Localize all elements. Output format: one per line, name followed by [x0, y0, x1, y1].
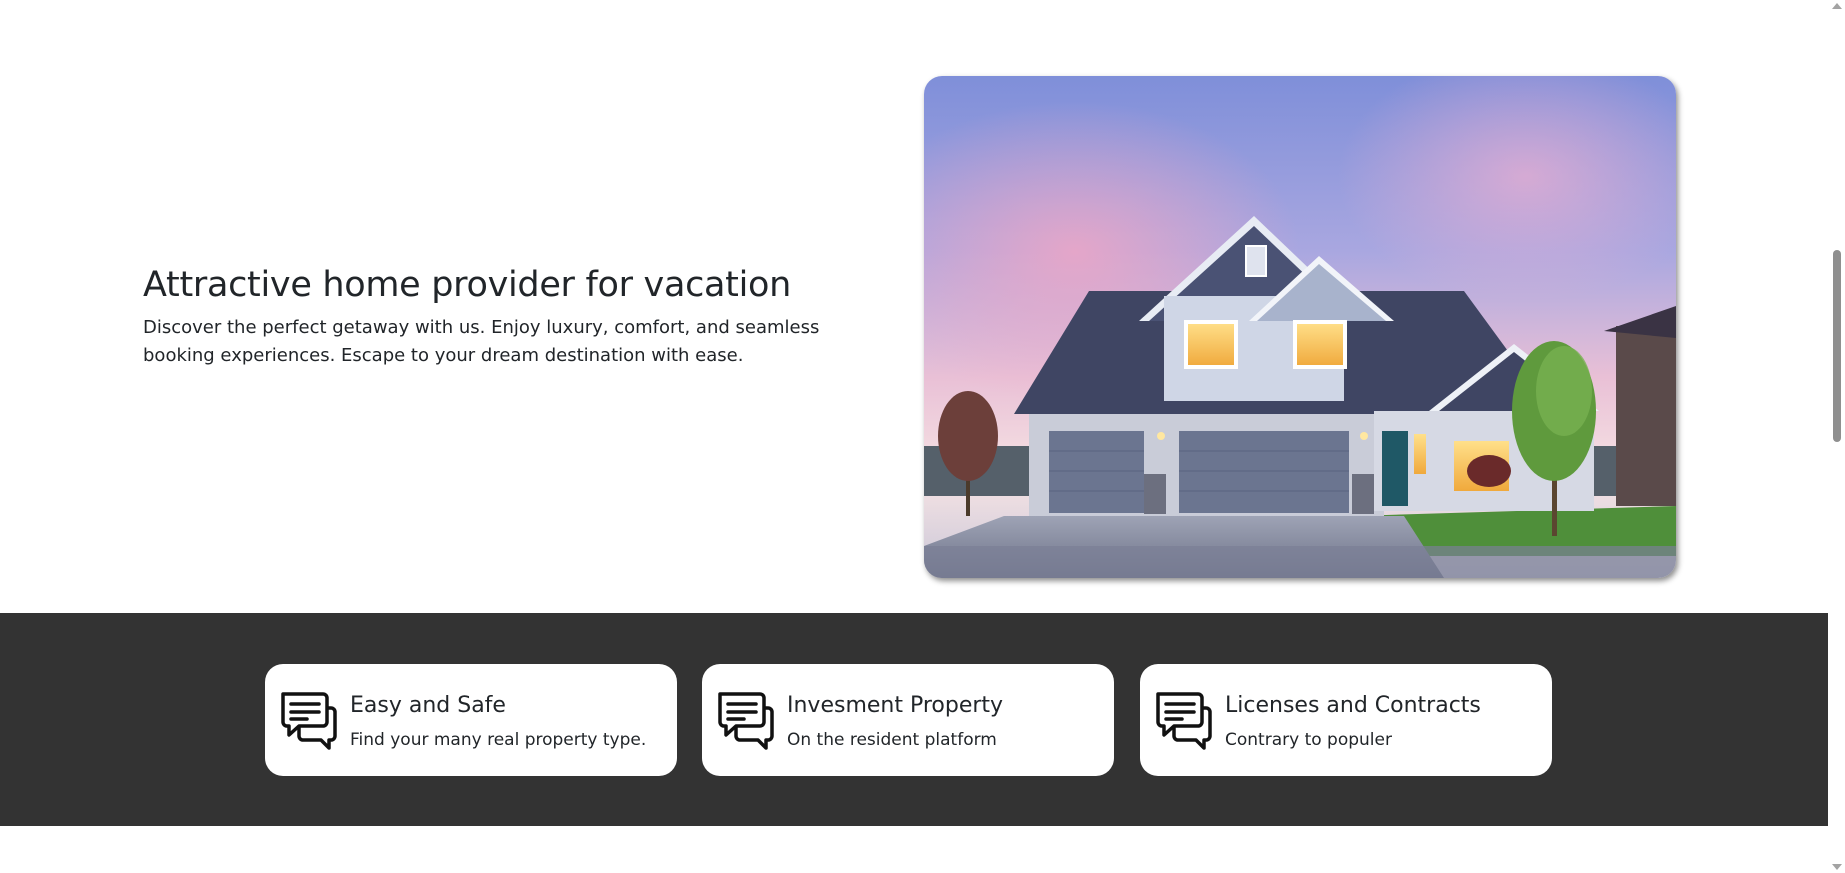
feature-subtitle: Contrary to populer [1225, 730, 1392, 750]
chat-bubbles-icon [281, 692, 337, 750]
vertical-scrollbar[interactable] [1828, 0, 1845, 873]
chat-bubbles-icon [1156, 692, 1212, 750]
hero-house-image [924, 76, 1676, 578]
hero-text-block: Attractive home provider for vacation Di… [143, 264, 863, 370]
features-band: Easy and Safe Find your many real proper… [0, 613, 1828, 826]
feature-title: Invesment Property [787, 693, 1004, 718]
scroll-up-arrow-icon[interactable] [1832, 3, 1842, 9]
house-photo [924, 76, 1676, 578]
feature-title: Licenses and Contracts [1225, 693, 1481, 718]
feature-title: Easy and Safe [350, 693, 506, 718]
hero-section: Attractive home provider for vacation Di… [0, 0, 1828, 613]
feature-subtitle: On the resident platform [787, 730, 997, 750]
feature-card-easy-and-safe[interactable]: Easy and Safe Find your many real proper… [265, 664, 677, 776]
feature-subtitle: Find your many real property type. [350, 730, 647, 750]
chat-bubbles-icon [718, 692, 774, 750]
feature-card-licenses-and-contracts[interactable]: Licenses and Contracts Contrary to popul… [1140, 664, 1552, 776]
hero-description: Discover the perfect getaway with us. En… [143, 317, 820, 366]
feature-card-investment-property[interactable]: Invesment Property On the resident platf… [702, 664, 1114, 776]
page: Attractive home provider for vacation Di… [0, 0, 1845, 873]
hero-title: Attractive home provider for vacation [143, 265, 792, 305]
scroll-thumb[interactable] [1833, 250, 1841, 442]
scroll-down-arrow-icon[interactable] [1832, 864, 1842, 870]
